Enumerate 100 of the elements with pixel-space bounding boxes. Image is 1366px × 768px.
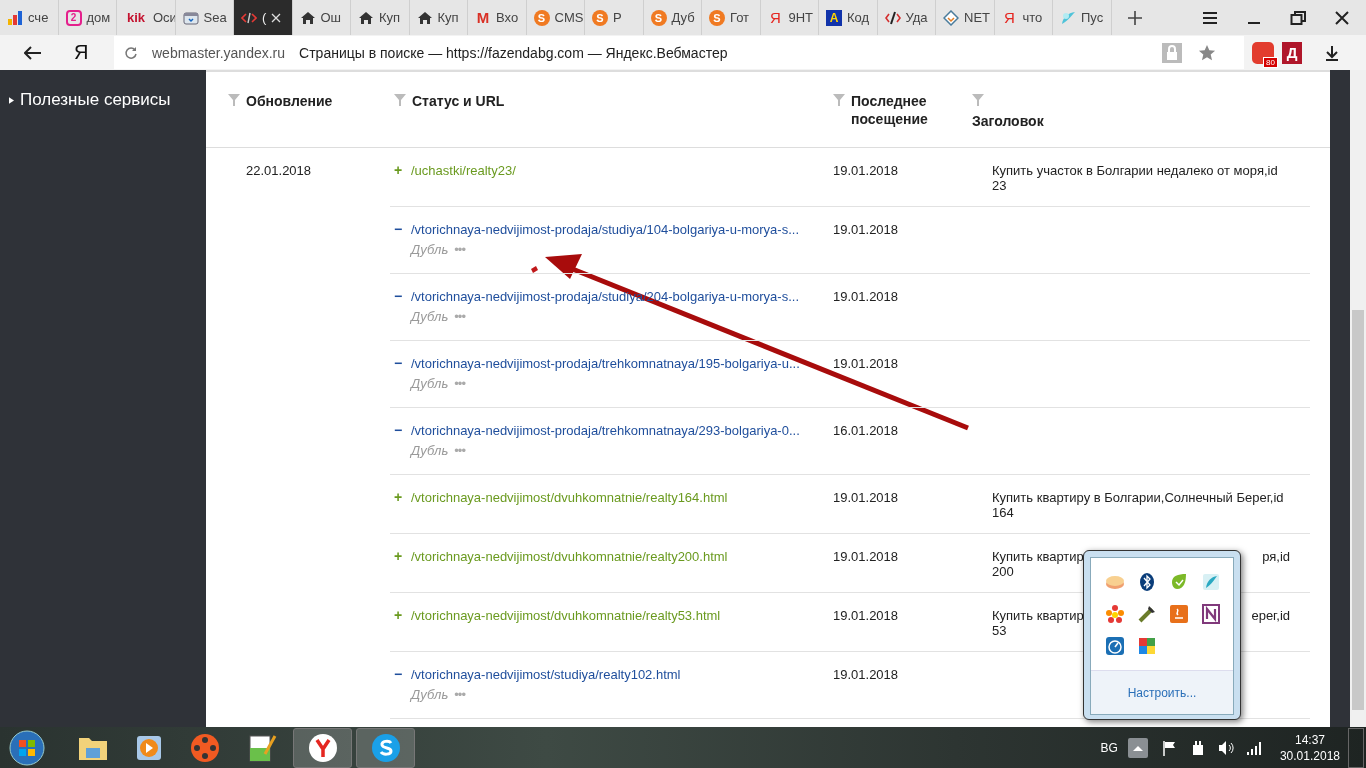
restore-icon[interactable] [1290,9,1306,26]
tab-title: сче [28,10,49,25]
tab-favicon: S [650,9,667,26]
tab-title: NET [964,10,990,25]
sidebar-link[interactable]: Полезные сервисы [20,90,171,110]
table-cell: Купить квартир [992,549,1084,564]
column-header[interactable]: Последнее посещение [851,92,951,128]
taskbar-button[interactable] [293,727,352,768]
signal-icon[interactable] [1245,739,1262,756]
status-sign: + [394,549,403,564]
browser-window-icon [182,9,199,26]
browser-tab[interactable]: ( [234,0,293,35]
clock-time[interactable]: 14:37 [1294,731,1325,748]
table-cell: 19.01.2018 [833,289,899,304]
table-cell: 22.01.2018 [246,163,312,178]
gauge-icon[interactable] [1105,636,1125,656]
table-cell-text: Купить квартиру в Болгарии,Солнечный Берег,id 164 [992,490,1285,520]
reload-icon[interactable] [124,45,138,60]
url-link[interactable]: /vtorichnaya-nedvijimost-prodaja/trehkomnatnaya/293-bolgariya-0... [411,423,800,438]
status-sign: − [394,289,403,304]
table-cell: 19.01.2018 [833,608,899,623]
language-indicator[interactable]: BG [1100,740,1118,755]
java-icon[interactable] [1169,604,1189,624]
tab-favicon: S [709,9,725,26]
address-field[interactable]: webmaster.yandex.ru Страницы в поиске — https://fazendabg.com — Яндекс.Вебмастер [114,36,1244,69]
tab-favicon: S [533,9,550,26]
diamond-icon [943,9,959,26]
status-sign: − [394,356,403,371]
scrollbar[interactable] [1350,70,1366,727]
tab-favicon: Я [769,9,782,26]
tab-favicon: A [826,9,842,26]
close-icon[interactable] [1334,9,1350,26]
show-hidden-icons-button[interactable] [1127,737,1148,758]
house-icon [358,9,374,26]
table-cell: 19.01.2018 [833,667,899,682]
ink-mark [531,266,538,273]
tab-favicon: Я [1003,9,1016,26]
triangle-icon [9,96,14,104]
status-reason: Дубль [411,376,449,391]
flower-icon[interactable] [1105,604,1125,624]
table-cell: 200 [992,564,1014,579]
film-reel-icon[interactable] [189,731,221,764]
show-desktop-button[interactable] [1348,727,1364,768]
customize-link[interactable]: Настроить... [1127,685,1197,700]
start-button[interactable] [9,729,45,766]
table-cell: 53 [992,623,1007,638]
yandex-browser-icon [306,731,339,764]
table-cell: 19.01.2018 [833,490,899,505]
extension-button[interactable]: Д [1282,41,1302,64]
tab-title: Пус [1081,10,1104,25]
house-icon [416,9,433,26]
status-sign: − [394,423,403,438]
column-header[interactable]: Заголовок [972,112,1044,130]
bluetooth-icon[interactable] [1137,572,1157,592]
clock-date[interactable]: 30.01.2018 [1279,747,1340,764]
taskbar-button[interactable] [356,727,415,768]
star-icon[interactable] [1198,43,1216,62]
url-link[interactable]: /uchastki/realty23/ [411,163,516,178]
tab-title: Куп [437,10,459,25]
yandex-logo[interactable]: Я [74,41,88,64]
status-sign: + [394,490,403,505]
bird-icon [1060,9,1076,26]
menu-icon[interactable] [1202,9,1218,26]
status-reason: Дубль [411,309,449,324]
tab-title: что [1022,10,1043,25]
back-arrow-icon[interactable] [24,45,42,60]
new-tab-icon[interactable] [1127,10,1142,25]
column-header[interactable]: Обновление [246,92,333,110]
status-sign: + [394,608,403,623]
scroll-thumb[interactable] [1352,310,1364,710]
url-link[interactable]: /vtorichnaya-nedvijimost-prodaja/trehkomnatnaya/195-bolgariya-u... [411,356,800,371]
tab-favicon: S [592,9,608,26]
status-reason: Дубль [411,687,449,702]
table-cell: ерег,id [1251,608,1290,623]
tab-title: Куп [379,10,401,25]
tools-icon[interactable] [1137,604,1157,624]
tab-title: Ош [320,10,342,25]
table-cell: 19.01.2018 [833,549,899,564]
bird-icon[interactable] [1201,572,1221,592]
table-cell: 16.01.2018 [833,423,899,438]
house-icon [299,9,316,26]
tab-title: Гот [730,10,750,25]
tab-title: CMS [554,10,584,25]
notebook-icon[interactable] [1201,604,1221,624]
tab-title: ( [262,10,267,25]
flag-icon[interactable] [1161,739,1178,756]
status-reason: Дубль [411,242,449,257]
tab-favicon: 2 [65,9,82,26]
tab-title: Вхо [496,10,519,25]
column-header[interactable]: Статус и URL [412,92,505,110]
tab-title: Код [847,10,870,25]
status-sign: + [394,163,403,178]
tab-title: 9НТ [788,10,814,25]
volume-icon[interactable] [1217,739,1234,756]
download-icon[interactable] [1324,44,1340,61]
table-cell: 19.01.2018 [833,356,899,371]
url-link[interactable]: /vtorichnaya-nedvijimost/studiya/realty102.html [411,667,681,682]
url-link[interactable]: /vtorichnaya-nedvijimost-prodaja/studiya/104-bolgariya-u-morya-s... [411,222,799,237]
tab-title: Sea [203,10,227,25]
shield-icon[interactable] [1137,636,1157,656]
